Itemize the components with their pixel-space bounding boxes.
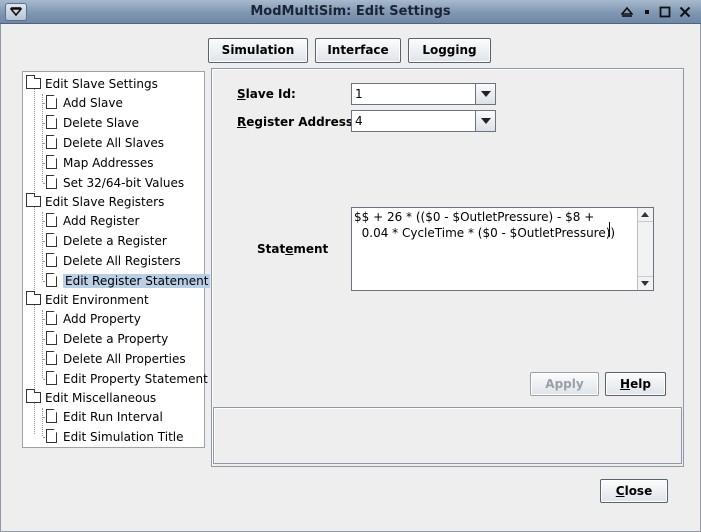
scroll-down-icon[interactable] bbox=[638, 276, 653, 290]
document-icon bbox=[46, 213, 57, 227]
folder-icon bbox=[26, 389, 41, 403]
minimize-button[interactable] bbox=[638, 3, 656, 21]
chevron-down-icon[interactable] bbox=[475, 111, 495, 131]
document-icon bbox=[46, 371, 57, 385]
statement-textarea[interactable]: $$ + 26 * (($0 - $OutletPressure) - $8 +… bbox=[351, 207, 654, 291]
document-icon bbox=[46, 409, 57, 423]
statement-label: Statement bbox=[257, 242, 329, 256]
slave-id-combo[interactable]: 1 bbox=[351, 83, 496, 105]
folder-icon bbox=[26, 291, 41, 305]
message-area bbox=[213, 407, 682, 464]
register-address-value: 4 bbox=[355, 114, 363, 128]
document-icon bbox=[46, 233, 57, 247]
tree-item-delete-a-property[interactable]: Delete a Property bbox=[46, 329, 168, 349]
tree-group-edit-slave-settings[interactable]: Edit Slave Settings bbox=[26, 74, 158, 94]
close-button[interactable]: Close bbox=[600, 479, 668, 503]
minimize-icon bbox=[645, 10, 649, 14]
document-icon bbox=[46, 95, 57, 109]
tab-logging[interactable]: Logging bbox=[408, 38, 491, 63]
folder-icon bbox=[26, 75, 41, 89]
scroll-up-icon[interactable] bbox=[638, 208, 653, 222]
statement-text[interactable]: $$ + 26 * (($0 - $OutletPressure) - $8 +… bbox=[354, 209, 638, 241]
shade-button[interactable] bbox=[618, 3, 636, 21]
chevron-down-icon[interactable] bbox=[475, 84, 495, 104]
document-icon bbox=[46, 311, 57, 325]
maximize-button[interactable] bbox=[656, 3, 674, 21]
document-icon bbox=[46, 175, 57, 189]
tree-item-delete-all-slaves[interactable]: Delete All Slaves bbox=[46, 133, 164, 153]
tree-group-edit-miscellaneous[interactable]: Edit Miscellaneous bbox=[26, 388, 156, 408]
tree-item-edit-run-interval[interactable]: Edit Run Interval bbox=[46, 407, 163, 427]
tree-item-delete-all-registers[interactable]: Delete All Registers bbox=[46, 251, 181, 271]
tree-group-edit-slave-registers[interactable]: Edit Slave Registers bbox=[26, 192, 164, 212]
register-address-combo[interactable]: 4 bbox=[351, 110, 496, 132]
tree-item-edit-simulation-title[interactable]: Edit Simulation Title bbox=[46, 427, 184, 447]
maximize-icon bbox=[659, 6, 671, 18]
document-icon bbox=[46, 135, 57, 149]
document-icon bbox=[46, 155, 57, 169]
help-button[interactable]: Help bbox=[605, 372, 666, 396]
slave-id-value: 1 bbox=[355, 87, 363, 101]
text-caret bbox=[609, 222, 610, 237]
tree-item-add-register[interactable]: Add Register bbox=[46, 211, 139, 231]
tree-group-label: Edit Miscellaneous bbox=[45, 391, 157, 405]
close-icon bbox=[679, 6, 691, 18]
window-title: ModMultiSim: Edit Settings bbox=[250, 4, 451, 19]
close-window-button[interactable] bbox=[676, 3, 694, 21]
tree-group-edit-environment[interactable]: Edit Environment bbox=[26, 290, 149, 310]
tree-group-label: Edit Slave Registers bbox=[45, 195, 165, 209]
tree-item-delete-slave[interactable]: Delete Slave bbox=[46, 113, 139, 133]
tab-interface[interactable]: Interface bbox=[315, 38, 401, 63]
tree-item-edit-register-statement[interactable]: Edit Register Statement bbox=[46, 271, 211, 291]
tree-item-add-slave[interactable]: Add Slave bbox=[46, 93, 123, 113]
tree-group-label: Edit Environment bbox=[45, 293, 149, 307]
tree-item-delete-all-properties[interactable]: Delete All Properties bbox=[46, 349, 186, 369]
shade-icon bbox=[620, 6, 634, 17]
tree-item-map-addresses[interactable]: Map Addresses bbox=[46, 153, 154, 173]
statement-scrollbar[interactable] bbox=[637, 208, 653, 290]
document-icon bbox=[46, 115, 57, 129]
tree-item-set-32-64-bit-values[interactable]: Set 32/64-bit Values bbox=[46, 173, 184, 193]
document-icon bbox=[46, 429, 57, 443]
tree-item-add-property[interactable]: Add Property bbox=[46, 309, 141, 329]
apply-button[interactable]: Apply bbox=[530, 372, 599, 396]
document-icon bbox=[46, 253, 57, 267]
title-bar[interactable]: ModMultiSim: Edit Settings bbox=[0, 0, 701, 24]
slave-id-label: Slave Id: bbox=[237, 87, 296, 101]
register-address-label: Register Address: bbox=[237, 115, 358, 129]
document-icon bbox=[46, 331, 57, 345]
tree-group-label: Edit Slave Settings bbox=[45, 77, 158, 91]
tree-item-edit-property-statement[interactable]: Edit Property Statement bbox=[46, 369, 208, 389]
tab-simulation[interactable]: Simulation bbox=[208, 38, 308, 63]
document-icon bbox=[46, 351, 57, 365]
settings-tree[interactable]: Edit Slave Settings Add Slave Delete Sla… bbox=[22, 71, 211, 448]
folder-icon bbox=[26, 193, 41, 207]
tree-item-delete-a-register[interactable]: Delete a Register bbox=[46, 231, 167, 251]
document-icon bbox=[46, 273, 57, 287]
